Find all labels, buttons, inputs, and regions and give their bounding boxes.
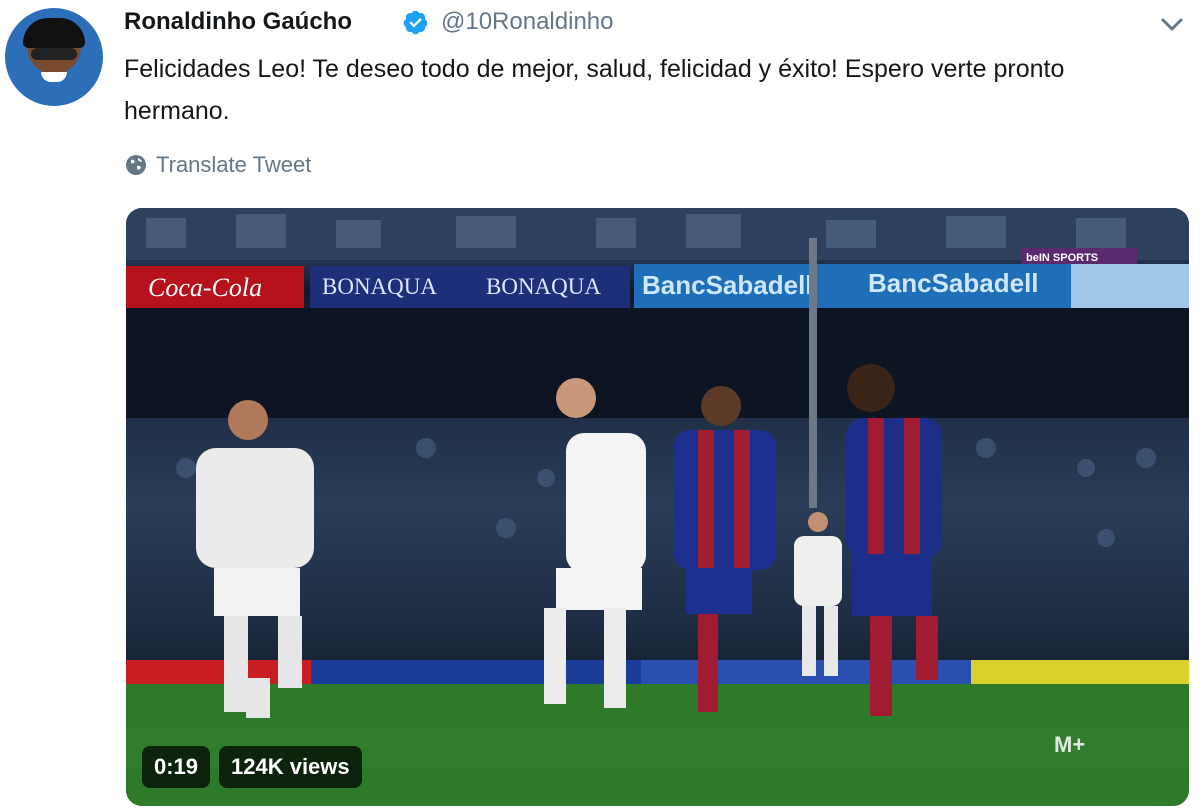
video-views-badge: 124K views	[219, 746, 362, 788]
author-handle[interactable]: @10Ronaldinho	[441, 8, 614, 36]
globe-icon	[126, 155, 146, 175]
ad-bonaqua-2: BONAQUA	[486, 274, 601, 299]
ad-coca-cola: Coca-Cola	[148, 273, 262, 302]
avatar-smile	[41, 72, 67, 82]
ad-bonaqua-1: BONAQUA	[322, 274, 437, 299]
video-duration-badge: 0:19	[142, 746, 211, 788]
watermark: M+	[1054, 732, 1085, 757]
ad-bancsabadell-1: BancSabadell	[642, 270, 813, 300]
video-frame: Coca-Cola BONAQUA BONAQUA BancSabadell B…	[126, 208, 1189, 806]
player-white-3	[794, 512, 842, 676]
tweet-text: Felicidades Leo! Te deseo todo de mejor,…	[124, 55, 1065, 125]
chevron-down-icon[interactable]	[1158, 14, 1186, 36]
author-name[interactable]: Ronaldinho Gaúcho	[124, 8, 352, 36]
translate-label: Translate Tweet	[156, 152, 312, 177]
broadcaster-logo: beIN SPORTS	[1026, 252, 1098, 264]
player-white-2	[544, 378, 646, 708]
translate-tweet-button[interactable]: Translate Tweet	[124, 150, 311, 180]
avatar-glasses	[31, 48, 77, 60]
author-avatar[interactable]	[5, 8, 103, 106]
verified-badge-icon	[403, 10, 428, 35]
video-player[interactable]: Coca-Cola BONAQUA BONAQUA BancSabadell B…	[126, 208, 1189, 806]
avatar-hat	[23, 18, 85, 48]
ad-bancsabadell-2: BancSabadell	[868, 268, 1039, 298]
